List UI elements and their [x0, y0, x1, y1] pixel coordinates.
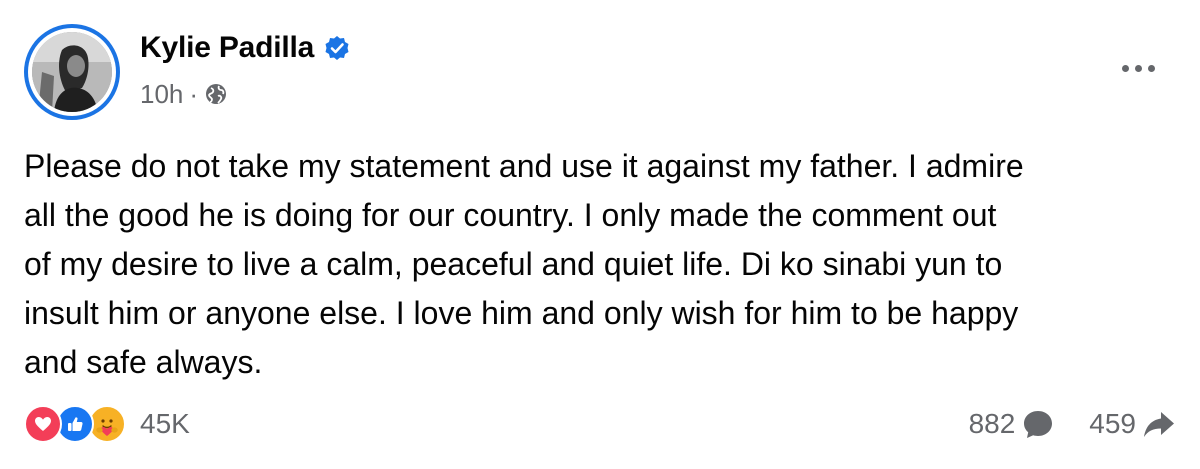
globe-icon[interactable] [204, 82, 228, 106]
more-dot-icon [1147, 64, 1155, 72]
comments-count-button[interactable]: 882 [969, 407, 1056, 441]
comment-icon [1021, 407, 1055, 441]
more-dot-icon [1121, 64, 1129, 72]
comment-count: 882 [968, 408, 1016, 439]
author-name[interactable]: Kylie Padilla [140, 31, 314, 65]
post-text-line: Please do not take my statement and use … [24, 148, 1024, 184]
more-options-button[interactable] [1110, 50, 1166, 86]
engagement-stats: 882 459 [969, 404, 1176, 444]
avatar[interactable] [24, 24, 120, 120]
author-line: Kylie Padilla [140, 28, 350, 68]
reaction-count: 45K [140, 408, 190, 439]
post-card: Kylie Padilla 10h · Please do not take m… [0, 0, 1200, 469]
post-timestamp[interactable]: 10h [140, 79, 183, 110]
share-icon [1142, 407, 1176, 441]
love-reaction-icon [24, 405, 62, 443]
verified-badge-icon [324, 35, 350, 61]
share-count: 459 [1089, 408, 1136, 439]
profile-photo-image [32, 32, 112, 112]
post-text: Please do not take my statement and use … [24, 142, 1174, 387]
shares-count-button[interactable]: 459 [1089, 407, 1176, 441]
post-text-line: all the good he is doing for our country… [24, 197, 997, 233]
post-text-line: of my desire to live a calm, peaceful an… [24, 246, 1003, 282]
reactions-summary[interactable]: 45K [24, 404, 190, 444]
post-text-line: insult him or anyone else. I love him an… [24, 295, 1019, 331]
post-meta: 10h · [140, 78, 228, 110]
more-dot-icon [1134, 64, 1142, 72]
profile-photo [32, 32, 112, 112]
post-text-line: and safe always. [24, 344, 263, 380]
meta-separator: · [189, 78, 199, 109]
